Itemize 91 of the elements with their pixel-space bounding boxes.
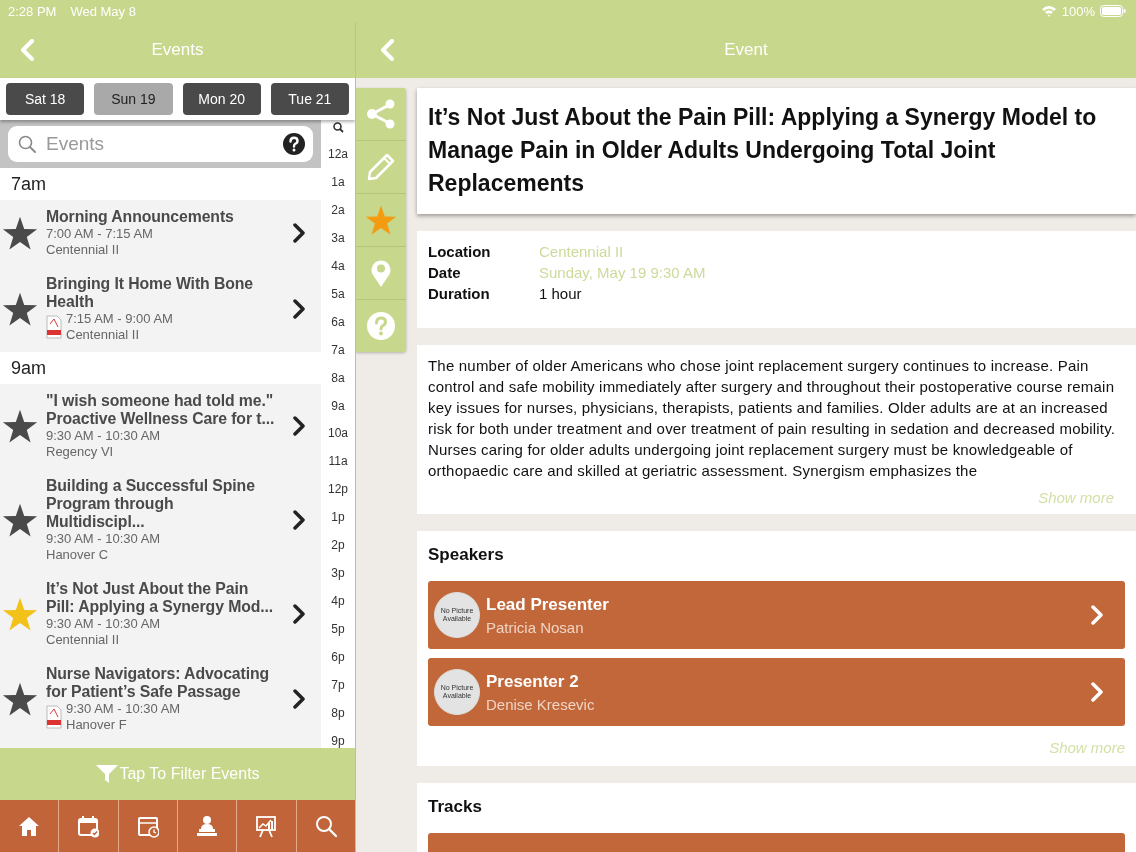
time-index-label[interactable]: 8p bbox=[331, 706, 345, 720]
help-icon[interactable] bbox=[283, 133, 305, 155]
time-index-label[interactable]: 8a bbox=[331, 370, 345, 385]
time-index-label[interactable]: 2p bbox=[331, 538, 345, 553]
event-time: 9:30 AM - 10:30 AM bbox=[46, 531, 161, 547]
chevron-right-icon bbox=[293, 223, 305, 243]
time-index-label[interactable]: 5p bbox=[331, 622, 345, 637]
presentation-chart-icon[interactable] bbox=[255, 814, 278, 838]
time-index-label[interactable]: 7p bbox=[331, 678, 345, 693]
event-time: 9:30 AM - 10:30 AM bbox=[46, 428, 161, 444]
day-tab[interactable]: Tue 21 bbox=[270, 83, 349, 115]
time-index-label[interactable]: 6a bbox=[331, 314, 345, 329]
time-section-heading: 9am bbox=[11, 357, 46, 379]
star-icon[interactable] bbox=[2, 291, 38, 327]
event-room: Centennial II bbox=[46, 632, 120, 648]
time-index-label[interactable]: 1p bbox=[331, 510, 345, 525]
chevron-right-icon bbox=[293, 299, 305, 319]
screen-title: Event bbox=[724, 40, 768, 59]
search-bar[interactable]: Events bbox=[8, 126, 313, 162]
event-room: Regency VI bbox=[46, 444, 115, 460]
battery-icon bbox=[1100, 5, 1126, 17]
time-index-label[interactable]: 1a bbox=[331, 174, 345, 189]
day-tab[interactable]: Sun 19 bbox=[94, 83, 173, 115]
detail-label: Date bbox=[428, 263, 462, 283]
chevron-right-icon bbox=[293, 416, 305, 436]
speaker-name: Denise Kresevic bbox=[486, 695, 596, 713]
search-icon[interactable] bbox=[332, 122, 344, 133]
event-title: It’s Not Just About the Pain Pill: Applying a Synergy Model to Manage Pain in Older Adults Undergoing Total Joint Replacements bbox=[428, 103, 1098, 198]
event-time: 9:30 AM - 10:30 AM bbox=[46, 616, 161, 632]
event-description: The number of older Americans who chose joint replacement surgery continues to increase. Pain control and safe mobility immediately after surgery and throughout their postoperative course remain key issues for nurses, physicians, therapists, patients and families. Older adults are at an increased risk for both under treatment and over treatment of pain resulting in sedation and decreased mobility. Nurses caring for older adults undergoing joint replacement surgery must be knowledgeable of orthopaedic care and skilled at geriatric assessment. Synergism emphasizes the bbox=[428, 356, 1117, 481]
track-row[interactable] bbox=[428, 833, 1125, 852]
event-title[interactable]: Nurse Navigators: Advocating for Patient’s Safe Passage bbox=[46, 665, 275, 701]
status-time: 2:28 PM bbox=[8, 3, 57, 19]
battery-percent: 100% bbox=[1061, 3, 1095, 19]
time-index-label[interactable]: 6p bbox=[331, 650, 345, 665]
event-title[interactable]: It’s Not Just About the Pain Pill: Applying a Synergy Mod... bbox=[46, 580, 275, 616]
star-icon[interactable] bbox=[2, 596, 38, 632]
chevron-right-icon bbox=[1091, 682, 1103, 702]
time-index-label[interactable]: 9p bbox=[331, 733, 345, 748]
time-index-label[interactable]: 12a bbox=[328, 146, 348, 161]
event-room: Hanover C bbox=[46, 547, 110, 563]
speaker-role: Lead Presenter bbox=[486, 594, 610, 615]
time-index-label[interactable]: 5a bbox=[331, 286, 345, 301]
home-icon[interactable] bbox=[18, 814, 41, 838]
event-time: 7:15 AM - 9:00 AM bbox=[66, 311, 173, 327]
calendar-clock-icon[interactable] bbox=[136, 814, 159, 838]
time-index-label[interactable]: 7a bbox=[331, 342, 345, 357]
screen-title: Events bbox=[151, 40, 204, 59]
speaker-name: Patricia Nosan bbox=[486, 618, 585, 636]
star-icon[interactable] bbox=[365, 204, 397, 236]
time-index-label[interactable]: 9a bbox=[331, 398, 345, 413]
section-heading: Speakers bbox=[428, 545, 505, 565]
time-index-label[interactable]: 11a bbox=[328, 454, 348, 469]
chevron-right-icon bbox=[293, 604, 305, 624]
funnel-icon bbox=[95, 764, 120, 784]
chevron-right-icon bbox=[293, 510, 305, 530]
event-title[interactable]: "I wish someone had told me." Proactive Wellness Care for t... bbox=[46, 392, 275, 428]
time-section-heading: 7am bbox=[11, 173, 46, 195]
day-tab[interactable]: Mon 20 bbox=[182, 83, 261, 115]
event-title[interactable]: Building a Successful Spine Program through Multidiscipl... bbox=[46, 477, 275, 531]
chevron-right-icon bbox=[1091, 605, 1103, 625]
detail-label: Location bbox=[428, 242, 492, 262]
star-icon[interactable] bbox=[2, 681, 38, 717]
time-index-label[interactable]: 4a bbox=[331, 258, 345, 273]
time-index-label[interactable]: 3p bbox=[331, 566, 345, 581]
section-heading: Tracks bbox=[428, 797, 483, 817]
event-title[interactable]: Morning Announcements bbox=[46, 208, 275, 226]
event-time: 9:30 AM - 10:30 AM bbox=[66, 701, 181, 717]
wifi-icon bbox=[1040, 5, 1057, 17]
event-room: Hanover F bbox=[66, 717, 128, 733]
star-icon[interactable] bbox=[2, 502, 38, 538]
detail-label: Duration bbox=[428, 284, 491, 304]
calendar-check-icon[interactable] bbox=[77, 814, 100, 838]
speaker-podium-icon[interactable] bbox=[196, 814, 219, 838]
star-icon[interactable] bbox=[2, 408, 38, 444]
search-icon bbox=[18, 135, 36, 153]
star-icon[interactable] bbox=[2, 215, 38, 251]
event-title[interactable]: Bringing It Home With Bone Health bbox=[46, 275, 275, 311]
chevron-right-icon bbox=[293, 689, 305, 709]
detail-value: 1 hour bbox=[539, 284, 583, 304]
time-index-label[interactable]: 3a bbox=[331, 230, 345, 245]
speaker-role: Presenter 2 bbox=[486, 671, 580, 692]
time-index-label[interactable]: 12p bbox=[328, 482, 348, 497]
event-room: Centennial II bbox=[66, 327, 140, 343]
time-index-label[interactable]: 2a bbox=[331, 202, 345, 217]
time-index-label[interactable]: 4p bbox=[331, 594, 345, 609]
status-date: Wed May 8 bbox=[70, 3, 136, 19]
day-tab[interactable]: Sat 18 bbox=[6, 83, 85, 115]
event-time: 7:00 AM - 7:15 AM bbox=[46, 226, 153, 242]
time-index-label[interactable]: 10a bbox=[328, 426, 348, 441]
event-room: Centennial II bbox=[46, 242, 120, 258]
